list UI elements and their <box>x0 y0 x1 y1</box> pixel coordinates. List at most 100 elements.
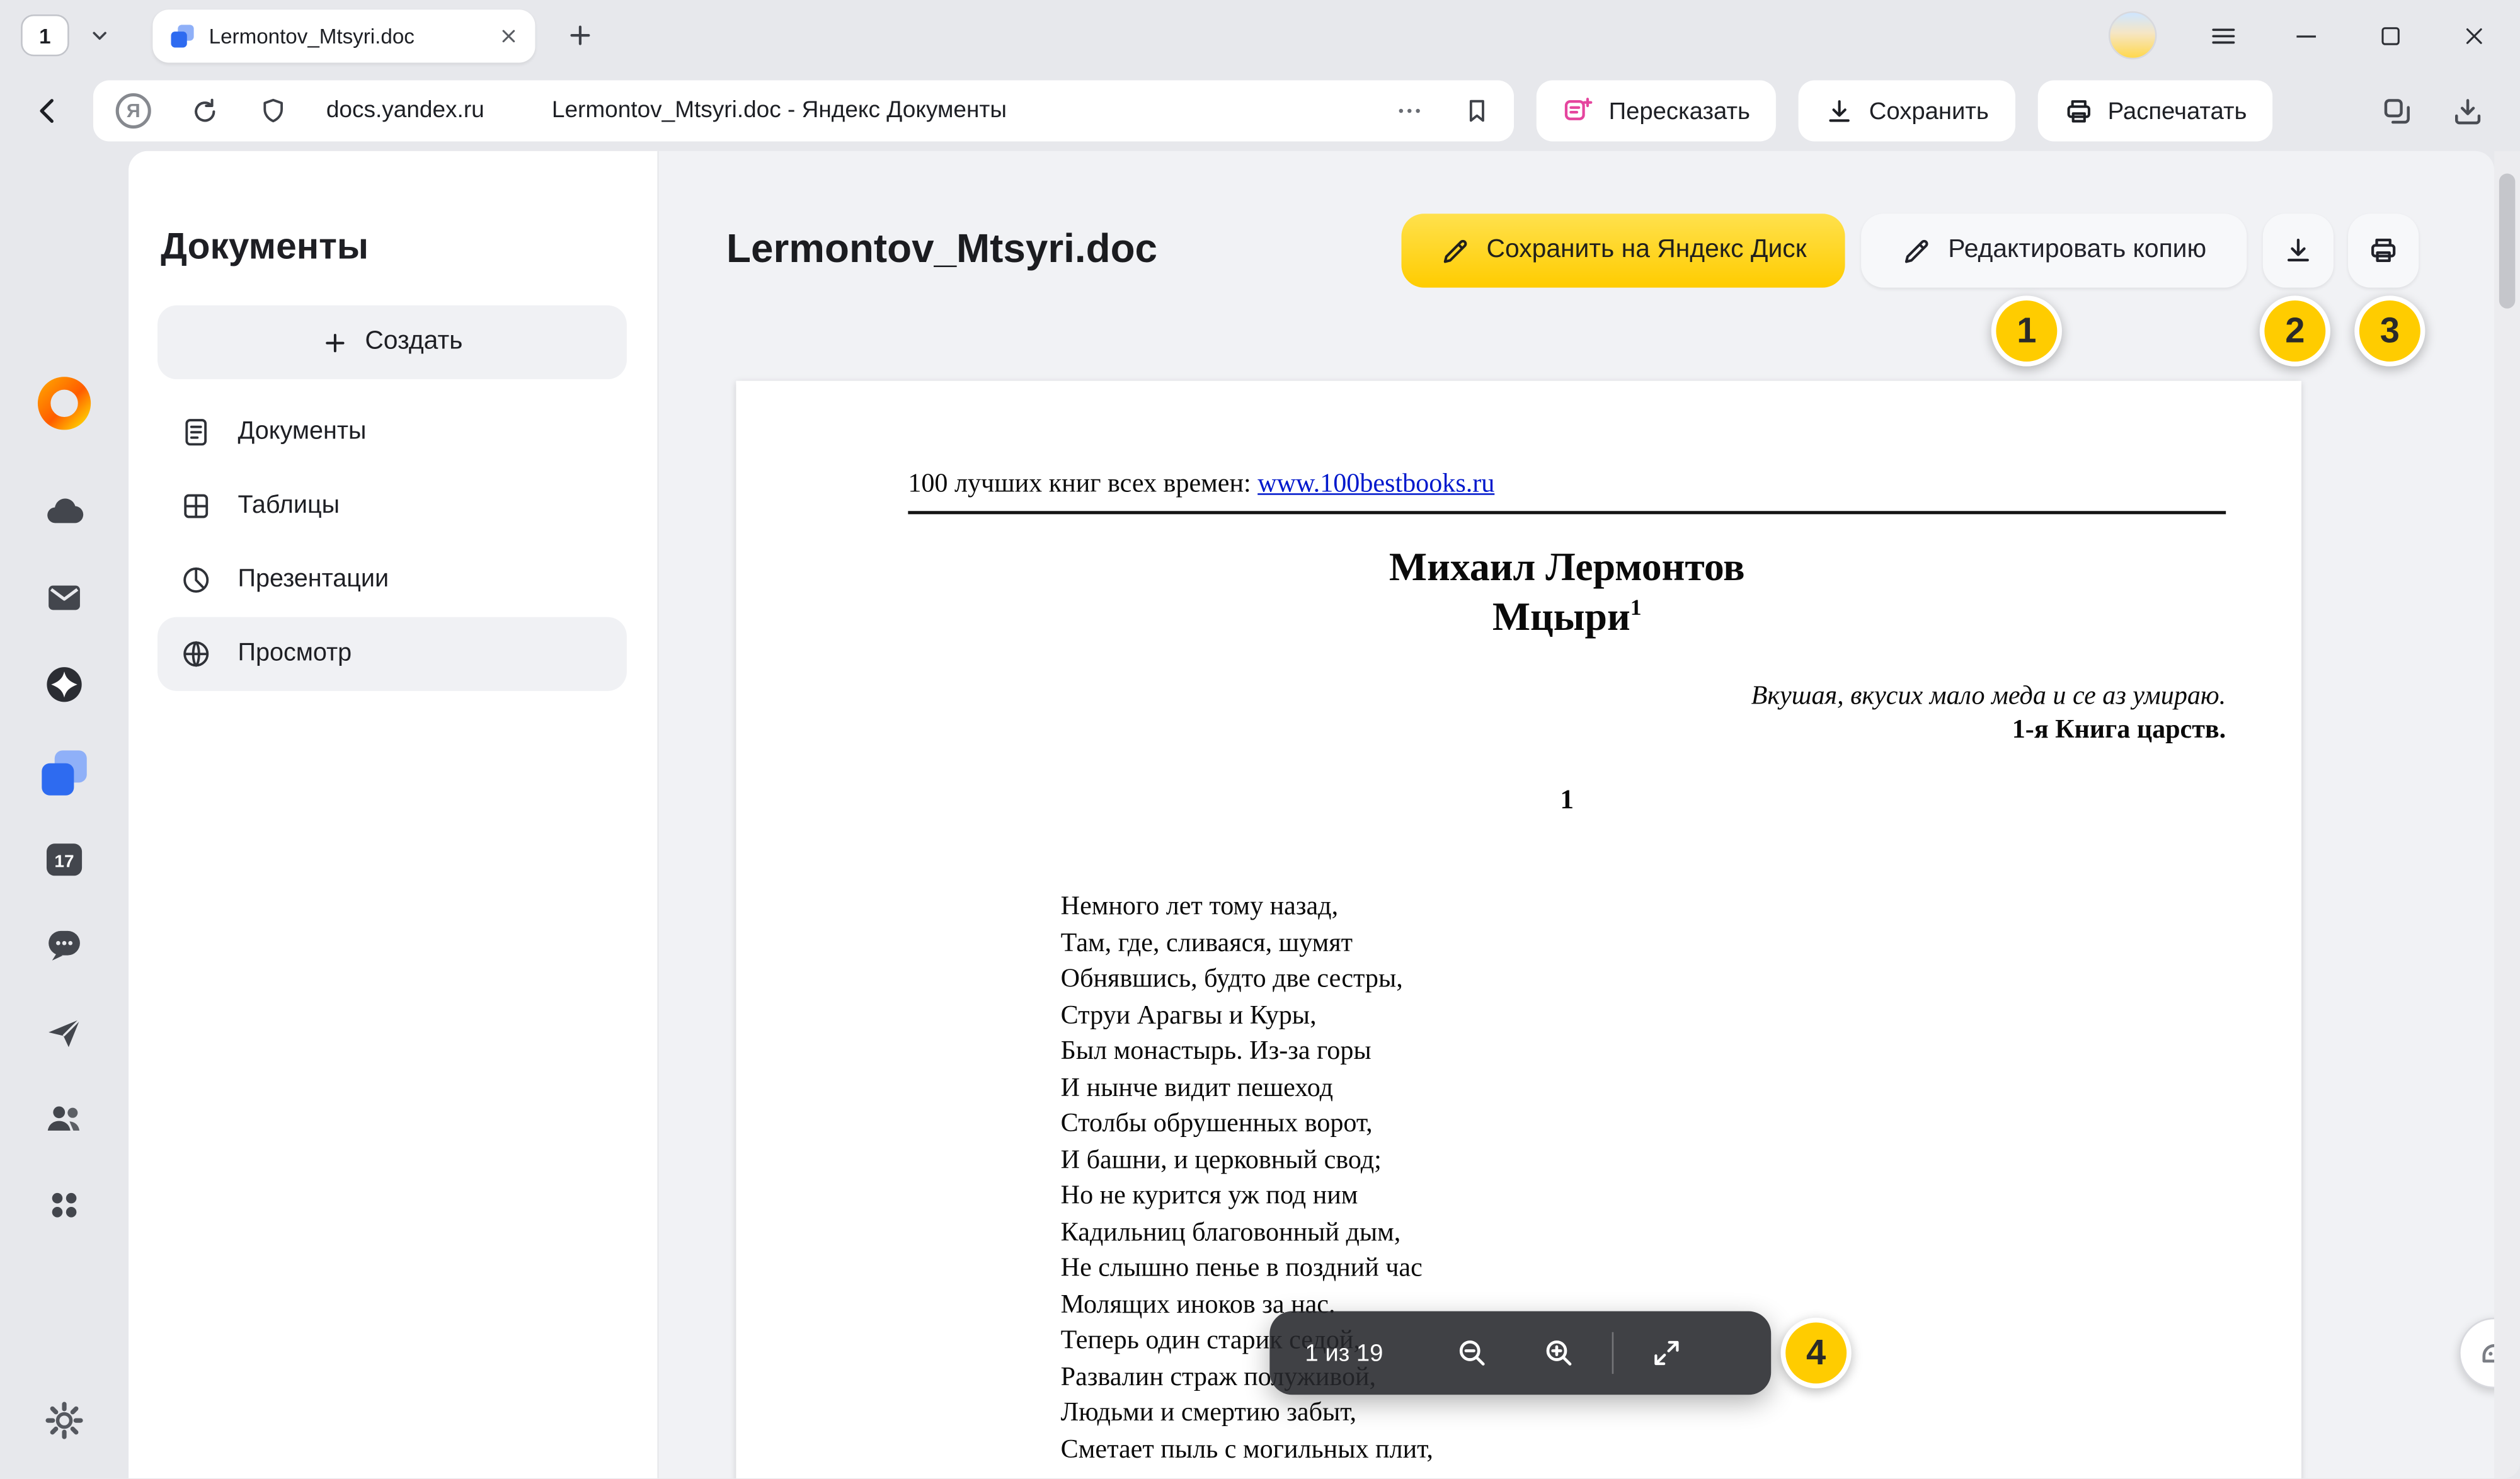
zen-icon[interactable] <box>43 664 85 705</box>
epigraph-source: 1-я Книга царств. <box>908 714 2226 746</box>
sidebar-item-label: Таблицы <box>238 492 340 521</box>
print-document-button[interactable] <box>2348 214 2419 287</box>
callout-1: 1 <box>1991 295 2062 366</box>
sidebar-item-presentations[interactable]: Презентации <box>158 543 627 617</box>
save-label: Сохранить <box>1869 97 1989 124</box>
sidebar-item-label: Презентации <box>238 566 389 595</box>
scrollbar-thumb[interactable] <box>2499 174 2516 309</box>
contacts-people-icon[interactable] <box>43 1097 85 1139</box>
tiles-icon <box>2380 94 2414 128</box>
back-button[interactable] <box>26 93 71 128</box>
chevron-down-icon <box>88 24 111 47</box>
retell-gpt-icon <box>1562 95 1595 127</box>
vertical-scrollbar[interactable] <box>2494 151 2520 1478</box>
all-services-grid-icon[interactable] <box>43 1184 85 1226</box>
new-tab-button[interactable] <box>558 13 602 57</box>
poem-line: И башни, и церковный свод; <box>1061 1141 2226 1177</box>
mail-icon[interactable] <box>43 577 85 619</box>
epigraph: Вкушая, вкусих мало меда и се аз умираю. <box>908 680 2226 712</box>
downloads-icon <box>2450 94 2484 128</box>
pencil-icon <box>1440 236 1470 266</box>
downloads-button[interactable] <box>2443 94 2492 128</box>
document-title: Мцыри1 <box>908 596 2226 641</box>
header-text: 100 лучших книг всех времен: <box>908 467 1257 498</box>
yandex-browser-logo-icon[interactable] <box>35 374 93 432</box>
download-document-button[interactable] <box>2263 214 2334 287</box>
print-page-button[interactable]: Распечатать <box>2037 81 2272 142</box>
edit-copy-label: Редактировать копию <box>1948 236 2206 265</box>
collections-button[interactable] <box>2372 94 2420 128</box>
expand-icon <box>1650 1337 1682 1369</box>
poem-line: Струи Арагвы и Куры, <box>1061 997 2226 1033</box>
more-options-icon[interactable] <box>1395 96 1424 125</box>
pencil-icon <box>1901 236 1932 266</box>
save-page-button[interactable]: Сохранить <box>1798 81 2014 142</box>
hamburger-icon <box>2208 20 2238 50</box>
table-grid-icon <box>180 490 212 522</box>
messenger-icon[interactable] <box>43 924 85 966</box>
save-to-disk-label: Сохранить на Яндекс Диск <box>1486 236 1806 265</box>
poem-line: Но не курится уж под ним <box>1061 1178 2226 1214</box>
edge-sidebar-widget[interactable] <box>2459 1318 2494 1388</box>
close-icon <box>2460 21 2487 49</box>
header-link[interactable]: www.100bestbooks.ru <box>1257 467 1494 498</box>
retell-label: Пересказать <box>1609 97 1750 124</box>
toolbar-divider <box>1612 1332 1613 1374</box>
create-label: Создать <box>365 328 462 357</box>
document-header: 100 лучших книг всех времен: www.100best… <box>908 467 2226 514</box>
zoom-in-button[interactable] <box>1534 1324 1583 1382</box>
save-to-disk-button[interactable]: Сохранить на Яндекс Диск <box>1401 214 1845 287</box>
poem-line: Сметает пыль с могильных плит, <box>1061 1431 2226 1467</box>
shield-icon[interactable] <box>259 96 288 125</box>
bookmark-icon[interactable] <box>1462 96 1491 125</box>
minimize-icon <box>2292 21 2321 50</box>
zoom-out-icon <box>1454 1335 1489 1371</box>
fullscreen-button[interactable] <box>1642 1324 1690 1382</box>
back-arrow-icon <box>30 93 66 128</box>
address-row: Я docs.yandex.ru Lermontov_Mtsyri.doc - … <box>0 71 2520 151</box>
reload-icon[interactable] <box>190 96 220 126</box>
callout-3: 3 <box>2354 295 2425 366</box>
maximize-icon <box>2376 21 2403 49</box>
close-window-button[interactable] <box>2456 18 2491 53</box>
active-tab[interactable]: Lermontov_Mtsyri.doc <box>152 9 535 62</box>
maximize-button[interactable] <box>2372 18 2407 53</box>
pie-chart-icon <box>180 564 212 596</box>
sidebar-item-view[interactable]: Просмотр <box>158 617 627 691</box>
browser-menu-button[interactable] <box>2205 18 2240 53</box>
disk-cloud-icon[interactable] <box>43 492 85 534</box>
footnote-mark: 1 <box>1630 597 1642 621</box>
tab-close-icon[interactable] <box>498 26 519 47</box>
app-title: Документы <box>161 225 369 268</box>
edit-copy-button[interactable]: Редактировать копию <box>1861 214 2247 287</box>
create-button[interactable]: Создать <box>158 306 627 379</box>
user-avatar[interactable] <box>2109 11 2157 60</box>
tab-counter-button[interactable]: 1 <box>21 14 69 56</box>
tab-title: Lermontov_Mtsyri.doc <box>209 24 486 48</box>
zoom-out-button[interactable] <box>1448 1324 1496 1382</box>
page-indicator: 1 из 19 <box>1305 1339 1383 1366</box>
poem-line: Немного лет тому назад, <box>1061 889 2226 925</box>
sidebar-item-documents[interactable]: Документы <box>158 396 627 469</box>
sidebar-item-tables[interactable]: Таблицы <box>158 469 627 543</box>
robot-icon <box>2477 1335 2494 1371</box>
send-plane-icon[interactable] <box>43 1012 85 1054</box>
section-number: 1 <box>908 784 2226 816</box>
web-content-area: Документы Создать Документы <box>129 151 2494 1478</box>
printer-icon <box>2368 234 2400 266</box>
zoom-in-icon <box>1540 1335 1576 1371</box>
download-icon <box>2282 234 2314 266</box>
globe-icon <box>180 638 212 670</box>
documents-app-icon[interactable] <box>37 746 92 801</box>
poem-line: Там, где, сливаяся, шумят <box>1061 925 2226 961</box>
settings-gear-icon[interactable] <box>43 1400 85 1441</box>
yandex-logo-icon[interactable]: Я <box>116 93 151 128</box>
url-domain: docs.yandex.ru <box>326 98 484 124</box>
tab-list-dropdown-button[interactable] <box>77 14 122 56</box>
calendar-icon[interactable]: 17 <box>42 836 86 881</box>
address-bar[interactable]: Я docs.yandex.ru Lermontov_Mtsyri.doc - … <box>93 81 1514 142</box>
viewer-content: Lermontov_Mtsyri.doc Сохранить на Яндекс… <box>659 151 2494 1478</box>
retell-button[interactable]: Пересказать <box>1537 81 1776 142</box>
document-author: Михаил Лермонтов <box>908 546 2226 591</box>
minimize-button[interactable] <box>2289 18 2324 53</box>
